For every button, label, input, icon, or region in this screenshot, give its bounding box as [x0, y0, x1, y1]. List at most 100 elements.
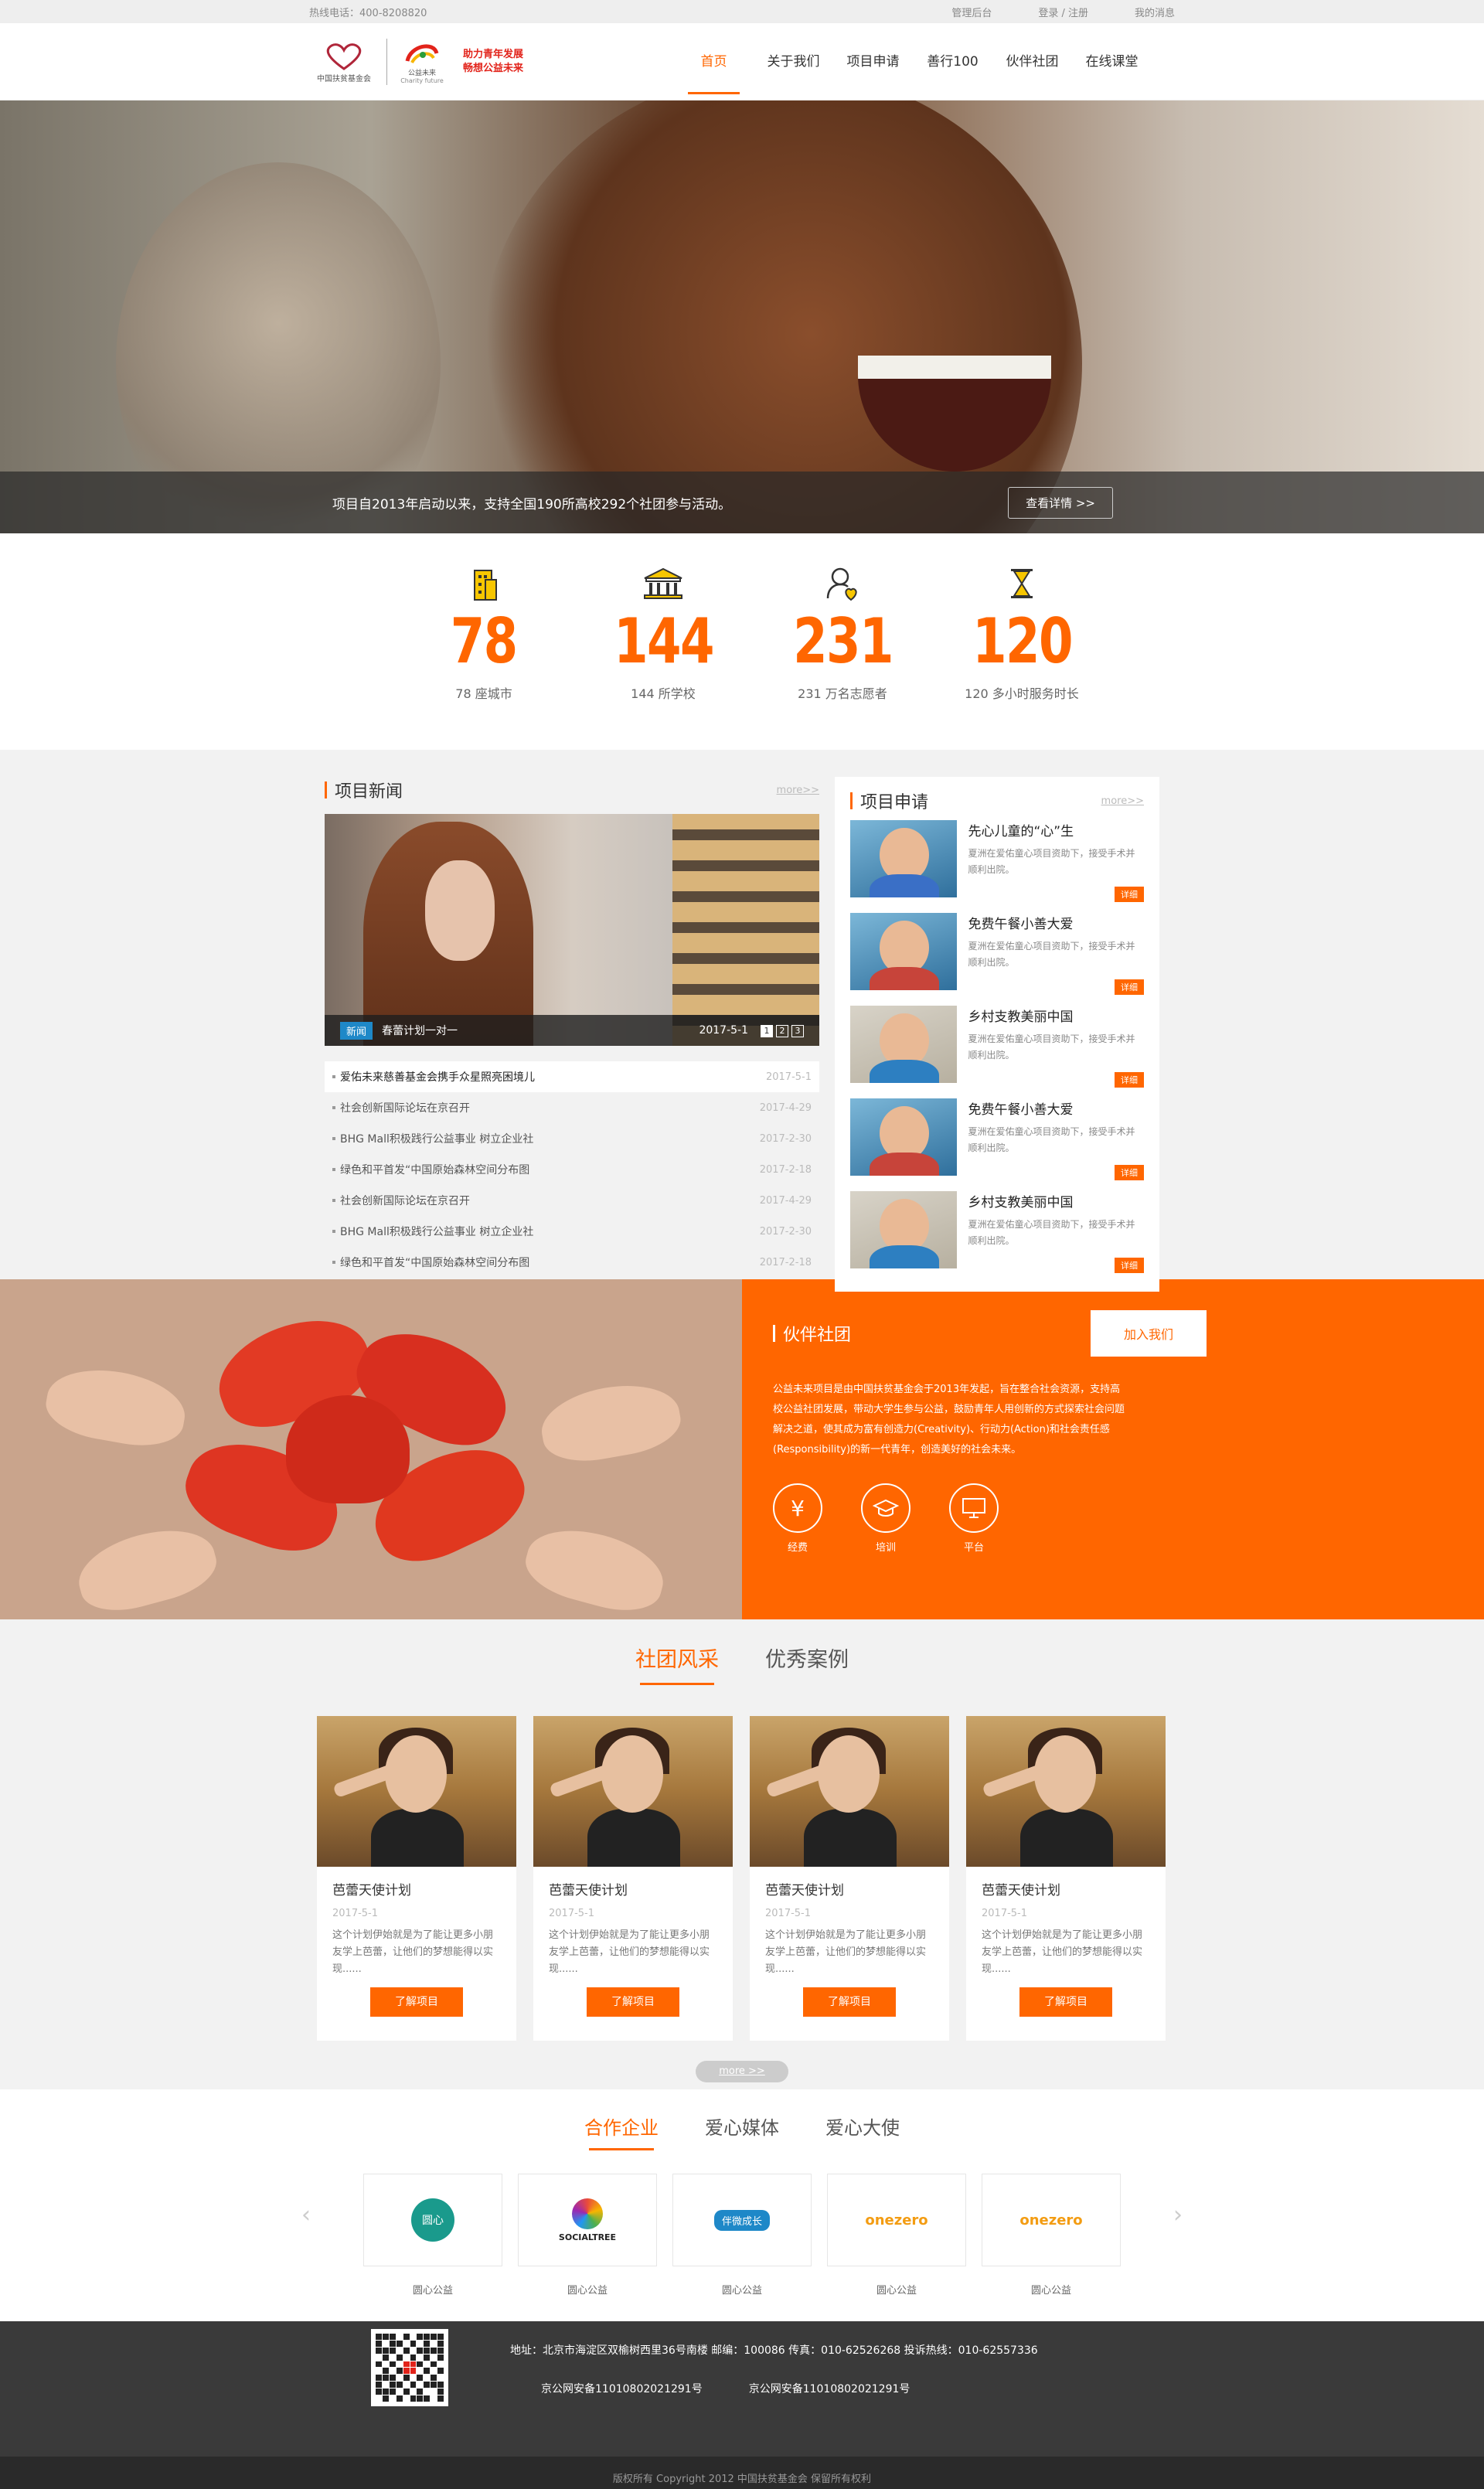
apply-detail-button[interactable]: 详细 — [1115, 1165, 1144, 1180]
footer: 地址：北京市海淀区双榆树西里36号南楼 邮编：100086 传真：010-625… — [0, 2321, 1484, 2457]
partner-logo-card[interactable]: 圆心 圆心公益 — [363, 2174, 502, 2297]
login-register-link[interactable]: 登录 / 注册 — [1038, 5, 1088, 19]
slogan-line-2: 畅想公益未来 — [463, 63, 524, 74]
apply-detail-button[interactable]: 详细 — [1115, 1072, 1144, 1088]
apply-title: 项目申请 — [860, 793, 929, 812]
apply-item[interactable]: 乡村支教美丽中国 夏洲在爱佑童心项目资助下，接受手术并顺利出院。 详细 — [850, 1006, 1144, 1098]
benefit-platform[interactable]: 平台 — [949, 1483, 999, 1554]
admin-link[interactable]: 管理后台 — [951, 5, 992, 19]
news-item-date: 2017-2-30 — [759, 1132, 812, 1145]
tab-charity-media[interactable]: 爱心媒体 — [705, 2113, 779, 2150]
stat-hours-number: 120 — [972, 605, 1073, 677]
partner-logo-name: 圆心公益 — [1030, 2285, 1071, 2297]
learn-project-button[interactable]: 了解项目 — [370, 1987, 463, 2017]
my-messages-link[interactable]: 我的消息 — [1135, 5, 1175, 19]
join-us-button[interactable]: 加入我们 — [1091, 1310, 1207, 1357]
learn-project-button[interactable]: 了解项目 — [1019, 1987, 1112, 2017]
clubs-section: 社团风采 优秀案例 芭蕾天使计划 2017-5-1 这个计划伊始就是为了能让更多小朋… — [0, 1619, 1484, 2089]
news-item[interactable]: 爱佑未来慈善基金会携手众星照亮困境儿 2017-5-1 — [325, 1061, 819, 1092]
news-item-date: 2017-4-29 — [759, 1194, 812, 1207]
clubs-more-button[interactable]: more >> — [696, 2061, 788, 2082]
news-more-link[interactable]: more>> — [777, 785, 819, 796]
hero-details-button[interactable]: 查看详情 >> — [1008, 486, 1113, 519]
news-item[interactable]: BHG Mall积极践行公益事业 树立企业社 2017-2-30 — [325, 1216, 819, 1247]
stat-volunteers-label: 231 万名志愿者 — [798, 686, 887, 701]
news-slider[interactable]: 新闻 春蕾计划一对一 2017-5-1 123 — [325, 814, 819, 1046]
partner-logo-name: 圆心公益 — [721, 2285, 762, 2297]
news-item-title: 社会创新国际论坛在京召开 — [340, 1195, 470, 1207]
club-card[interactable]: 芭蕾天使计划 2017-5-1 这个计划伊始就是为了能让更多小朋友学上芭蕾，让他们的… — [966, 1716, 1166, 2041]
news-item[interactable]: 绿色和平首发“中国原始森林空间分布图 2017-2-18 — [325, 1247, 819, 1278]
partner-logo-mark: 伴微成长 — [713, 2209, 770, 2231]
apply-detail-button[interactable]: 详细 — [1115, 887, 1144, 902]
apply-item[interactable]: 先心儿童的“心”生 夏洲在爱佑童心项目资助下，接受手术并顺利出院。 详细 — [850, 820, 1144, 913]
news-list: 爱佑未来慈善基金会携手众星照亮困境儿 2017-5-1 社会创新国际论坛在京召开 2… — [325, 1061, 819, 1278]
news-page-1[interactable]: 1 — [761, 1024, 773, 1037]
apply-item-desc: 夏洲在爱佑童心项目资助下，接受手术并顺利出院。 — [968, 1126, 1135, 1153]
partner-logo-card[interactable]: 伴微成长 圆心公益 — [672, 2174, 812, 2297]
tab-partner-companies[interactable]: 合作企业 — [584, 2113, 659, 2150]
news-headline[interactable]: 春蕾计划一对一 — [382, 1023, 458, 1038]
nav-partners[interactable]: 伙伴社团 — [992, 23, 1072, 100]
news-item[interactable]: 绿色和平首发“中国原始森林空间分布图 2017-2-18 — [325, 1154, 819, 1185]
news-item[interactable]: 社会创新国际论坛在京召开 2017-4-29 — [325, 1185, 819, 1216]
partner-logo-card[interactable]: SOCIALTREE 圆心公益 — [518, 2174, 657, 2297]
slogan-line-1: 助力青年发展 — [463, 49, 524, 60]
club-card[interactable]: 芭蕾天使计划 2017-5-1 这个计划伊始就是为了能让更多小朋友学上芭蕾，让他们的… — [533, 1716, 733, 2041]
benefit-label: 培训 — [875, 1542, 896, 1554]
apply-item[interactable]: 免费午餐小善大爱 夏洲在爱佑童心项目资助下，接受手术并顺利出院。 详细 — [850, 1098, 1144, 1191]
apply-item[interactable]: 乡村支教美丽中国 夏洲在爱佑童心项目资助下，接受手术并顺利出院。 详细 — [850, 1191, 1144, 1284]
project-apply: 项目申请 more>> 先心儿童的“心”生 夏洲在爱佑童心项目资助下，接受手术并顺… — [835, 777, 1159, 1292]
heart-logo-icon — [326, 43, 362, 70]
partner-logo-card[interactable]: onezero 圆心公益 — [982, 2174, 1121, 2297]
club-card-photo — [966, 1716, 1166, 1867]
apply-more-link[interactable]: more>> — [1101, 795, 1144, 807]
nav-online-class[interactable]: 在线课堂 — [1072, 23, 1152, 100]
hero-caption: 项目自2013年启动以来，支持全国190所高校292个社团参与活动。 — [332, 496, 732, 512]
brand-name-en: Charity future — [400, 77, 444, 84]
hero-banner[interactable]: 项目自2013年启动以来，支持全国190所高校292个社团参与活动。 查看详情 … — [0, 100, 1484, 533]
news-headline-date: 2017-5-1 — [699, 1024, 748, 1037]
apply-detail-button[interactable]: 详细 — [1115, 979, 1144, 995]
chevron-left-icon[interactable]: ‹ — [301, 2201, 311, 2229]
news-page-3[interactable]: 3 — [791, 1024, 804, 1037]
hero-caption-bar: 项目自2013年启动以来，支持全国190所高校292个社团参与活动。 查看详情 … — [0, 472, 1484, 533]
chevron-right-icon[interactable]: › — [1173, 2201, 1183, 2229]
apply-item-title: 免费午餐小善大爱 — [968, 917, 1074, 932]
tab-club-style[interactable]: 社团风采 — [635, 1643, 719, 1685]
learn-project-button[interactable]: 了解项目 — [587, 1987, 679, 2017]
nav-good-deeds[interactable]: 善行100 — [913, 23, 992, 100]
learn-project-button[interactable]: 了解项目 — [803, 1987, 896, 2017]
benefit-funding[interactable]: ¥ 经费 — [773, 1483, 822, 1554]
footer-icp-2[interactable]: 京公网安备11010802021291号 — [749, 2380, 910, 2399]
club-card-date: 2017-5-1 — [549, 1908, 595, 1919]
stat-volunteers-number: 231 — [792, 605, 893, 677]
slogan: 助力青年发展 畅想公益未来 — [463, 48, 523, 76]
apply-item[interactable]: 免费午餐小善大爱 夏洲在爱佑童心项目资助下，接受手术并顺利出院。 详细 — [850, 913, 1144, 1006]
nav-about[interactable]: 关于我们 — [754, 23, 833, 100]
nav-home[interactable]: 首页 — [674, 23, 754, 100]
club-card-desc: 这个计划伊始就是为了能让更多小朋友学上芭蕾，让他们的梦想能得以实现...... — [765, 1929, 927, 1975]
main-nav: 首页 关于我们 项目申请 善行100 伙伴社团 在线课堂 — [674, 23, 1152, 100]
stat-cities-number: 78 — [451, 605, 518, 677]
news-item-title: 绿色和平首发“中国原始森林空间分布图 — [340, 1257, 530, 1269]
nav-apply[interactable]: 项目申请 — [833, 23, 913, 100]
partner-logo-mark: onezero — [865, 2211, 928, 2229]
apply-item-title: 乡村支教美丽中国 — [968, 1195, 1074, 1210]
club-card[interactable]: 芭蕾天使计划 2017-5-1 这个计划伊始就是为了能让更多小朋友学上芭蕾，让他们的… — [317, 1716, 516, 2041]
news-page-2[interactable]: 2 — [776, 1024, 788, 1037]
apply-detail-button[interactable]: 详细 — [1115, 1258, 1144, 1273]
partner-logo-card[interactable]: onezero 圆心公益 — [827, 2174, 966, 2297]
footer-icp-1[interactable]: 京公网安备11010802021291号 — [541, 2380, 703, 2399]
tab-charity-ambassadors[interactable]: 爱心大使 — [825, 2113, 900, 2150]
news-slider-pager: 123 — [757, 1024, 804, 1037]
news-item[interactable]: 社会创新国际论坛在京召开 2017-4-29 — [325, 1092, 819, 1123]
club-card[interactable]: 芭蕾天使计划 2017-5-1 这个计划伊始就是为了能让更多小朋友学上芭蕾，让他们的… — [750, 1716, 949, 2041]
tab-excellent-cases[interactable]: 优秀案例 — [765, 1643, 849, 1685]
partner-benefits: ¥ 经费 培训 平台 — [773, 1483, 1453, 1554]
news-item-date: 2017-2-30 — [759, 1225, 812, 1238]
benefit-training[interactable]: 培训 — [861, 1483, 910, 1554]
site-logo[interactable]: 中国扶贫基金会 公益未来 Charity future 助力青年发展 畅想公益未… — [309, 35, 523, 89]
news-item[interactable]: BHG Mall积极践行公益事业 树立企业社 2017-2-30 — [325, 1123, 819, 1154]
news-item-date: 2017-2-18 — [759, 1163, 812, 1176]
